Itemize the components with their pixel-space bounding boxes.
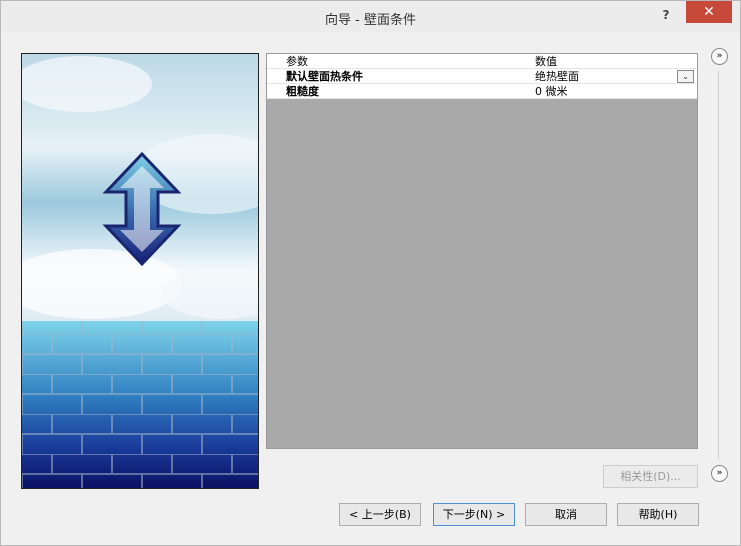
previous-button[interactable]: < 上一步(B)	[339, 503, 421, 526]
side-divider	[718, 71, 719, 459]
parameter-grid: 参数 数值 默认壁面热条件 绝热壁面 ⌄ 粗糙度 0 微米	[266, 53, 698, 449]
title-bar[interactable]: 向导 - 壁面条件 ? ✕	[1, 1, 740, 33]
relevance-button[interactable]: 相关性(D)...	[603, 465, 698, 488]
cancel-button[interactable]: 取消	[525, 503, 607, 526]
grid-row-wall-thermal-condition[interactable]: 默认壁面热条件 绝热壁面 ⌄	[267, 69, 697, 84]
row-value-input[interactable]: 0 微米	[535, 84, 675, 99]
wizard-window: 向导 - 壁面条件 ? ✕ 参数 数值 默认壁面热条件 绝热壁面 ⌄ 粗糙度 0…	[0, 0, 741, 546]
next-button[interactable]: 下一步(N) >	[433, 503, 515, 526]
window-title: 向导 - 壁面条件	[325, 13, 416, 28]
help-icon[interactable]: ?	[653, 4, 679, 26]
help-button[interactable]: 帮助(H)	[617, 503, 699, 526]
close-icon[interactable]: ✕	[686, 1, 732, 23]
row-name: 粗糙度	[286, 85, 319, 98]
grid-row-roughness[interactable]: 粗糙度 0 微米	[267, 84, 697, 99]
wall-illustration	[22, 54, 258, 488]
illustration-panel	[21, 53, 259, 489]
header-parameter: 参数	[286, 55, 308, 68]
header-value: 数值	[535, 55, 557, 68]
grid-header: 参数 数值	[267, 54, 697, 69]
expand-bottom-icon[interactable]: »	[711, 465, 728, 482]
chevron-down-icon[interactable]: ⌄	[677, 70, 694, 83]
row-name: 默认壁面热条件	[286, 70, 363, 83]
expand-top-icon[interactable]: »	[711, 48, 728, 65]
row-value-dropdown[interactable]: 绝热壁面	[535, 69, 675, 84]
